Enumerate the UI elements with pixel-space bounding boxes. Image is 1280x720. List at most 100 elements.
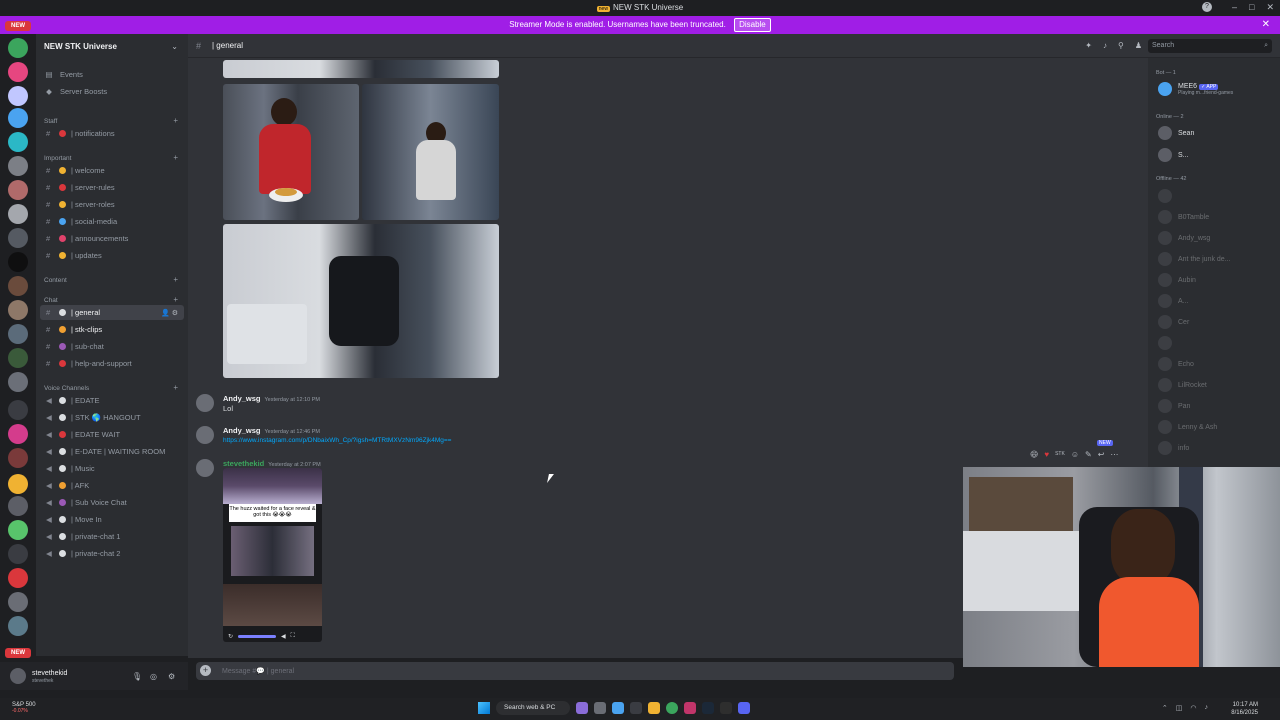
channel-item[interactable]: ◀ | Music (40, 461, 184, 476)
app-icon[interactable] (720, 702, 732, 714)
member-row[interactable]: S... (1158, 148, 1189, 162)
member-row[interactable] (1158, 336, 1178, 350)
channel-item[interactable]: # | server-rules (40, 180, 184, 195)
banner-close-icon[interactable]: ✕ (1262, 16, 1270, 34)
channel-item[interactable]: # | help-and-support (40, 356, 184, 371)
create-channel-icon[interactable]: + (173, 116, 178, 125)
channel-settings-icon[interactable]: 👤 ⚙ (161, 309, 178, 317)
server-icon[interactable] (8, 108, 28, 128)
server-icon[interactable] (8, 400, 28, 420)
image-attachment[interactable] (223, 84, 359, 220)
speaker-icon[interactable]: ◀ (281, 633, 286, 640)
server-icon[interactable] (8, 568, 28, 588)
server-icon[interactable] (8, 276, 28, 296)
channel-item[interactable]: ◀ | EDATE WAIT (40, 427, 184, 442)
reply-icon[interactable]: ↩ (1098, 450, 1105, 459)
avatar[interactable] (10, 668, 26, 684)
member-row[interactable]: Echo (1158, 357, 1194, 371)
chevron-down-icon[interactable]: ⌄ (171, 42, 178, 51)
server-icon[interactable] (8, 348, 28, 368)
member-row[interactable]: A... (1158, 294, 1189, 308)
server-icon[interactable] (8, 496, 28, 516)
server-icon[interactable] (8, 544, 28, 564)
server-icon[interactable] (8, 132, 28, 152)
create-channel-icon[interactable]: + (173, 295, 178, 304)
member-row[interactable]: LilRocket (1158, 378, 1207, 392)
taskbar-search[interactable]: Search web & PC (496, 701, 570, 715)
channel-item[interactable]: ◀ | private-chat 2 (40, 546, 184, 561)
add-reaction-icon[interactable]: ☺ (1071, 450, 1079, 459)
gear-icon[interactable]: ⚙ (168, 672, 175, 681)
channel-item[interactable]: # | social-media (40, 214, 184, 229)
video-attachment[interactable]: The huzz waited for a face reveal & got … (223, 468, 322, 642)
message-author[interactable]: Andy_wsg Yesterday at 12:46 PM (223, 426, 320, 435)
member-row[interactable]: info (1158, 441, 1189, 455)
channel-item[interactable]: ◀ | EDATE (40, 393, 184, 408)
server-boosts-item[interactable]: ◆ Server Boosts (44, 84, 107, 98)
server-icon[interactable] (8, 300, 28, 320)
fullscreen-icon[interactable]: ⛶ (291, 633, 295, 640)
member-row[interactable]: MEE6 ✓ APP Playing m...friend-games (1158, 82, 1233, 96)
stk-emoji-icon[interactable]: STK (1055, 450, 1065, 459)
channel-item[interactable]: # | stk-clips (40, 322, 184, 337)
minimize-button[interactable]: – (1232, 2, 1237, 13)
channel-category[interactable]: Staff (44, 118, 57, 125)
maximize-button[interactable]: □ (1249, 2, 1254, 13)
server-icon[interactable] (8, 474, 28, 494)
channel-category[interactable]: Chat (44, 297, 58, 304)
server-icon[interactable] (8, 204, 28, 224)
start-icon[interactable] (478, 702, 490, 714)
avatar[interactable] (196, 426, 214, 444)
add-attachment-icon[interactable]: + (200, 665, 211, 676)
member-row[interactable]: Ant the junk de... (1158, 252, 1231, 266)
member-row[interactable] (1158, 189, 1178, 203)
server-icon[interactable] (8, 156, 28, 176)
heart-icon[interactable]: ♥ (1044, 450, 1049, 459)
server-icon[interactable] (8, 86, 28, 106)
tray-chevron-icon[interactable]: ⌃ (1162, 704, 1168, 712)
steam-icon[interactable] (702, 702, 714, 714)
image-attachment[interactable] (223, 60, 499, 78)
app-icon[interactable] (594, 702, 606, 714)
server-icon[interactable] (8, 616, 28, 636)
avatar[interactable] (196, 394, 214, 412)
message-link[interactable]: https://www.instagram.com/p/DNbaixWh_Cp/… (223, 437, 451, 444)
headphones-icon[interactable]: ◎ (150, 672, 157, 681)
app-icon[interactable] (684, 702, 696, 714)
disable-streamer-button[interactable]: Disable (734, 18, 771, 32)
app-icon[interactable] (630, 702, 642, 714)
help-icon[interactable]: ? (1202, 2, 1212, 12)
member-row[interactable]: Lenny & Ash (1158, 420, 1217, 434)
message-author[interactable]: stevethekid Yesterday at 2:07 PM (223, 459, 321, 468)
more-icon[interactable]: ⋯ (1110, 450, 1118, 459)
members-icon[interactable]: ♟ (1135, 41, 1142, 50)
server-icon[interactable] (8, 592, 28, 612)
channel-item[interactable]: ◀ | Sub Voice Chat (40, 495, 184, 510)
network-icon[interactable]: ◫ (1176, 704, 1183, 712)
chrome-icon[interactable] (666, 702, 678, 714)
volume-slider[interactable] (238, 634, 277, 638)
channel-item[interactable]: # | notifications (40, 126, 184, 141)
events-item[interactable]: ▤ Events (44, 67, 82, 81)
member-row[interactable]: Sean (1158, 126, 1194, 140)
create-channel-icon[interactable]: + (173, 275, 178, 284)
server-icon[interactable] (8, 424, 28, 444)
edit-icon[interactable]: ✎ (1085, 450, 1092, 459)
server-icon[interactable] (8, 62, 28, 82)
channel-item[interactable]: # | updates (40, 248, 184, 263)
message-author[interactable]: Andy_wsg Yesterday at 12:10 PM (223, 394, 320, 403)
image-attachment[interactable] (362, 84, 499, 220)
volume-icon[interactable]: ♪ (1205, 704, 1209, 712)
channel-item[interactable]: ◀ | AFK (40, 478, 184, 493)
discord-icon[interactable] (738, 702, 750, 714)
wifi-icon[interactable]: ◠ (1190, 704, 1196, 712)
server-icon[interactable] (8, 324, 28, 344)
server-icon[interactable] (8, 180, 28, 200)
image-attachment[interactable] (223, 224, 499, 378)
server-icon[interactable] (8, 228, 28, 248)
replay-icon[interactable]: ↻ (228, 633, 233, 640)
channel-item[interactable]: # | announcements (40, 231, 184, 246)
channel-category[interactable]: Important (44, 155, 71, 162)
member-row[interactable]: Pan (1158, 399, 1190, 413)
member-row[interactable]: Cer (1158, 315, 1189, 329)
